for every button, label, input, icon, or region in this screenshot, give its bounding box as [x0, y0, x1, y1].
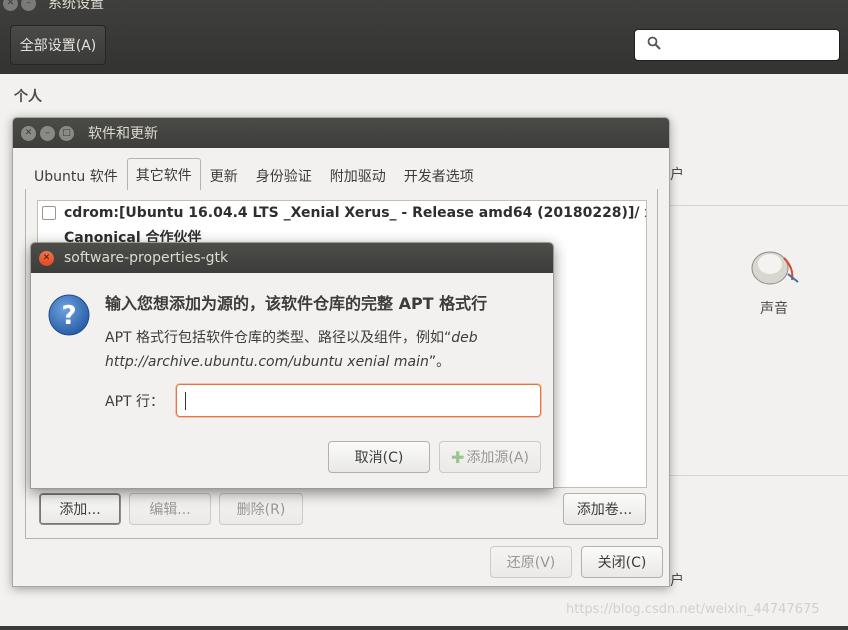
- maximize-icon[interactable]: □: [59, 125, 74, 141]
- section-divider: [640, 475, 848, 476]
- add-source-dialog: ✕ software-properties-gtk ? 输入您想添加为源的，该软…: [30, 242, 554, 489]
- add-source-button[interactable]: ✚ 添加源(A): [439, 441, 541, 473]
- apt-line-input[interactable]: [176, 384, 541, 417]
- search-icon: [647, 36, 661, 50]
- dialog-heading: 输入您想添加为源的，该软件仓库的完整 APT 格式行: [105, 294, 488, 313]
- revert-button[interactable]: 还原(V): [490, 546, 572, 578]
- close-icon[interactable]: ✕: [3, 0, 18, 11]
- dialog-titlebar: ✕ software-properties-gtk: [31, 243, 553, 273]
- add-volume-button[interactable]: 添加卷...: [563, 493, 646, 525]
- desktop-edge: [0, 626, 848, 630]
- section-heading-personal: 个人: [14, 89, 42, 105]
- description-text: APT 格式行包括软件仓库的类型、路径以及组件，例如“: [105, 330, 452, 346]
- tab-developer-options[interactable]: 开发者选项: [395, 160, 483, 190]
- software-window-titlebar: ✕ – □ 软件和更新: [13, 118, 669, 148]
- tab-updates[interactable]: 更新: [201, 160, 247, 190]
- list-item[interactable]: cdrom:[Ubuntu 16.04.4 LTS _Xenial Xerus_…: [38, 201, 646, 225]
- add-source-label: 添加源(A): [466, 450, 529, 466]
- dialog-description: APT 格式行包括软件仓库的类型、路径以及组件，例如“deb http://ar…: [105, 326, 545, 374]
- apt-line-label: APT 行：: [105, 394, 165, 410]
- remove-button[interactable]: 删除(R): [219, 493, 303, 525]
- cancel-button[interactable]: 取消(C): [328, 441, 430, 473]
- question-icon: ?: [48, 294, 90, 336]
- text-caret: [185, 392, 186, 410]
- watermark: https://blog.csdn.net/weixin_44747675: [566, 602, 820, 617]
- all-settings-button[interactable]: 全部设置(A): [10, 25, 106, 65]
- search-input[interactable]: [634, 29, 840, 61]
- plus-icon: ✚: [451, 447, 465, 467]
- edit-button[interactable]: 编辑...: [129, 493, 211, 525]
- sound-label[interactable]: 声音: [760, 298, 788, 318]
- tab-other-software[interactable]: 其它软件: [126, 158, 201, 190]
- source-checkbox[interactable]: [42, 206, 56, 220]
- svg-text:?: ?: [61, 301, 76, 331]
- tab-bar: Ubuntu 软件 其它软件 更新 身份验证 附加驱动 开发者选项: [25, 158, 483, 190]
- system-settings-title: 系统设置: [48, 0, 104, 12]
- source-label: cdrom:[Ubuntu 16.04.4 LTS _Xenial Xerus_…: [64, 205, 646, 221]
- tab-ubuntu-software[interactable]: Ubuntu 软件: [25, 160, 127, 190]
- system-settings-window-controls: ✕ – 系统设置: [0, 0, 104, 12]
- tab-authentication[interactable]: 身份验证: [247, 160, 321, 190]
- description-suffix: ”。: [428, 354, 451, 370]
- section-divider: [640, 205, 848, 206]
- tab-additional-drivers[interactable]: 附加驱动: [321, 160, 395, 190]
- software-window-title: 软件和更新: [88, 126, 158, 142]
- close-icon[interactable]: ✕: [39, 250, 54, 266]
- minimize-icon[interactable]: –: [40, 125, 55, 141]
- system-settings-titlebar: ✕ – 系统设置 全部设置(A): [0, 0, 848, 74]
- user-label-partial: 户: [670, 573, 684, 589]
- close-icon[interactable]: ✕: [21, 125, 36, 141]
- speaker-icon[interactable]: [748, 248, 800, 288]
- minimize-icon[interactable]: –: [21, 0, 36, 11]
- user-accounts-label-partial: 户: [670, 167, 684, 183]
- close-button[interactable]: 关闭(C): [581, 546, 663, 578]
- add-button[interactable]: 添加...: [39, 493, 121, 525]
- dialog-title: software-properties-gtk: [64, 250, 229, 266]
